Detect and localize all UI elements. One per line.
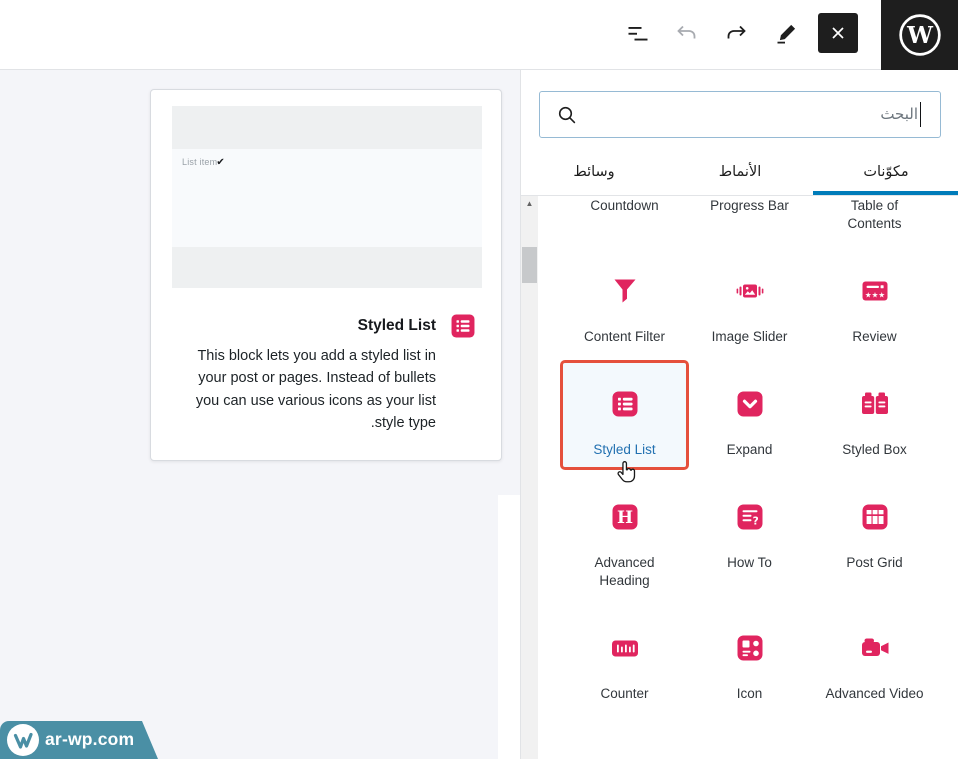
advanced-video-icon: [858, 631, 892, 665]
block-item-label: Countdown: [590, 198, 659, 213]
block-preview-card: List item✔ Styled List This block lets y…: [150, 89, 502, 461]
svg-text:W: W: [906, 22, 934, 49]
block-item-label: Post Grid: [846, 555, 903, 570]
block-item-how-to[interactable]: ? How To: [687, 474, 812, 605]
content-filter-icon: [608, 274, 642, 308]
block-item-review[interactable]: ★★★ Review: [812, 248, 937, 361]
block-item-label: Review: [852, 329, 897, 344]
block-preview-visual: List item✔: [172, 106, 482, 288]
icon-block-icon: [733, 631, 767, 665]
scrollbar-up-arrow[interactable]: ▲: [521, 199, 538, 208]
block-item-expand[interactable]: Expand: [687, 361, 812, 474]
watermark-badge: ar-wp.com: [0, 721, 158, 759]
block-item-countdown[interactable]: Countdown: [562, 196, 687, 248]
preview-block-description: This block lets you add a styled list in…: [195, 348, 436, 432]
edit-mode-button[interactable]: [767, 15, 805, 53]
block-item-advanced-video[interactable]: Advanced Video: [812, 605, 937, 718]
block-item-styled-list[interactable]: Styled List: [560, 360, 689, 474]
image-slider-icon: [733, 274, 767, 308]
blocks-scroll-area: ▲ Countdown Progress Bar Table of Conten…: [521, 196, 958, 759]
block-item-post-grid[interactable]: Post Grid: [812, 474, 937, 605]
search-box: [539, 91, 941, 138]
counter-icon: [608, 631, 642, 665]
tab-blocks[interactable]: مكوّنات: [813, 148, 958, 195]
wordpress-logo-icon: W: [897, 12, 943, 58]
ar-wp-logo-icon: [7, 724, 39, 756]
block-item-label: Advanced Video: [825, 686, 924, 701]
editor-header: W: [0, 0, 958, 70]
how-to-icon: ?: [733, 500, 767, 534]
text-caret: [919, 102, 921, 127]
block-item-label: Image Slider: [711, 329, 788, 344]
preview-block-title: Styled List: [357, 316, 436, 334]
undo-icon: [675, 22, 699, 46]
editor-canvas: List item✔ Styled List This block lets y…: [0, 70, 520, 759]
svg-text:?: ?: [752, 515, 758, 527]
preview-band: [172, 106, 482, 149]
tab-patterns[interactable]: الأنماط: [667, 148, 813, 195]
advanced-heading-icon: H: [608, 500, 642, 534]
block-item-label: Table of Contents: [847, 198, 902, 231]
block-item-progress-bar[interactable]: Progress Bar: [687, 196, 812, 248]
block-item-counter[interactable]: Counter: [562, 605, 687, 718]
check-icon: ✔: [216, 157, 225, 168]
block-item-label: How To: [727, 555, 772, 570]
block-item-label: Content Filter: [583, 329, 666, 344]
block-item-label: Styled Box: [842, 442, 907, 457]
redo-button[interactable]: [717, 15, 755, 53]
block-inserter-panel: وسائط الأنماط مكوّنات ▲ Countdown: [520, 70, 958, 759]
block-item-advanced-heading[interactable]: H Advanced Heading: [562, 474, 687, 605]
blocks-grid: Countdown Progress Bar Table of Contents: [560, 196, 937, 718]
block-editor: W List item✔ Styled List This block lets…: [0, 0, 958, 759]
expand-icon: [733, 387, 767, 421]
tab-media[interactable]: وسائط: [521, 148, 667, 195]
block-item-label: Icon: [736, 686, 763, 701]
close-inserter-button[interactable]: [818, 13, 858, 53]
scrollbar-thumb[interactable]: [522, 247, 537, 283]
block-item-label: Counter: [600, 686, 649, 701]
undo-button[interactable]: [668, 15, 706, 53]
svg-text:★★★: ★★★: [864, 291, 884, 300]
block-item-icon[interactable]: Icon: [687, 605, 812, 718]
post-grid-icon: [858, 500, 892, 534]
styled-box-icon: [858, 387, 892, 421]
block-item-label: Advanced Heading: [594, 555, 655, 588]
scrollbar[interactable]: ▲: [521, 196, 538, 759]
styled-list-icon: [608, 387, 642, 421]
svg-text:H: H: [616, 508, 632, 528]
edit-pencil-icon: [774, 22, 798, 46]
close-icon: [826, 21, 850, 45]
preview-band: List item✔: [172, 149, 482, 247]
preview-band: [172, 247, 482, 288]
canvas-page-edge: [498, 495, 520, 759]
block-item-label: Progress Bar: [710, 198, 789, 213]
preview-header: Styled List: [176, 312, 476, 339]
preview-list-item: List item✔: [182, 157, 225, 168]
list-view-button[interactable]: [619, 15, 657, 53]
list-view-icon: [626, 22, 650, 46]
block-item-table-of-contents[interactable]: Table of Contents: [812, 196, 937, 248]
styled-list-icon: [450, 313, 476, 339]
block-item-label: Expand: [726, 442, 773, 457]
inserter-tabs: وسائط الأنماط مكوّنات: [521, 148, 958, 196]
wordpress-logo-button[interactable]: W: [881, 0, 958, 70]
block-item-styled-box[interactable]: Styled Box: [812, 361, 937, 474]
block-item-label: Styled List: [593, 442, 656, 457]
search-input[interactable]: [540, 92, 940, 137]
redo-icon: [724, 22, 748, 46]
review-icon: ★★★: [858, 274, 892, 308]
block-item-image-slider[interactable]: Image Slider: [687, 248, 812, 361]
watermark-text: ar-wp.com: [45, 729, 135, 749]
block-item-content-filter[interactable]: Content Filter: [562, 248, 687, 361]
